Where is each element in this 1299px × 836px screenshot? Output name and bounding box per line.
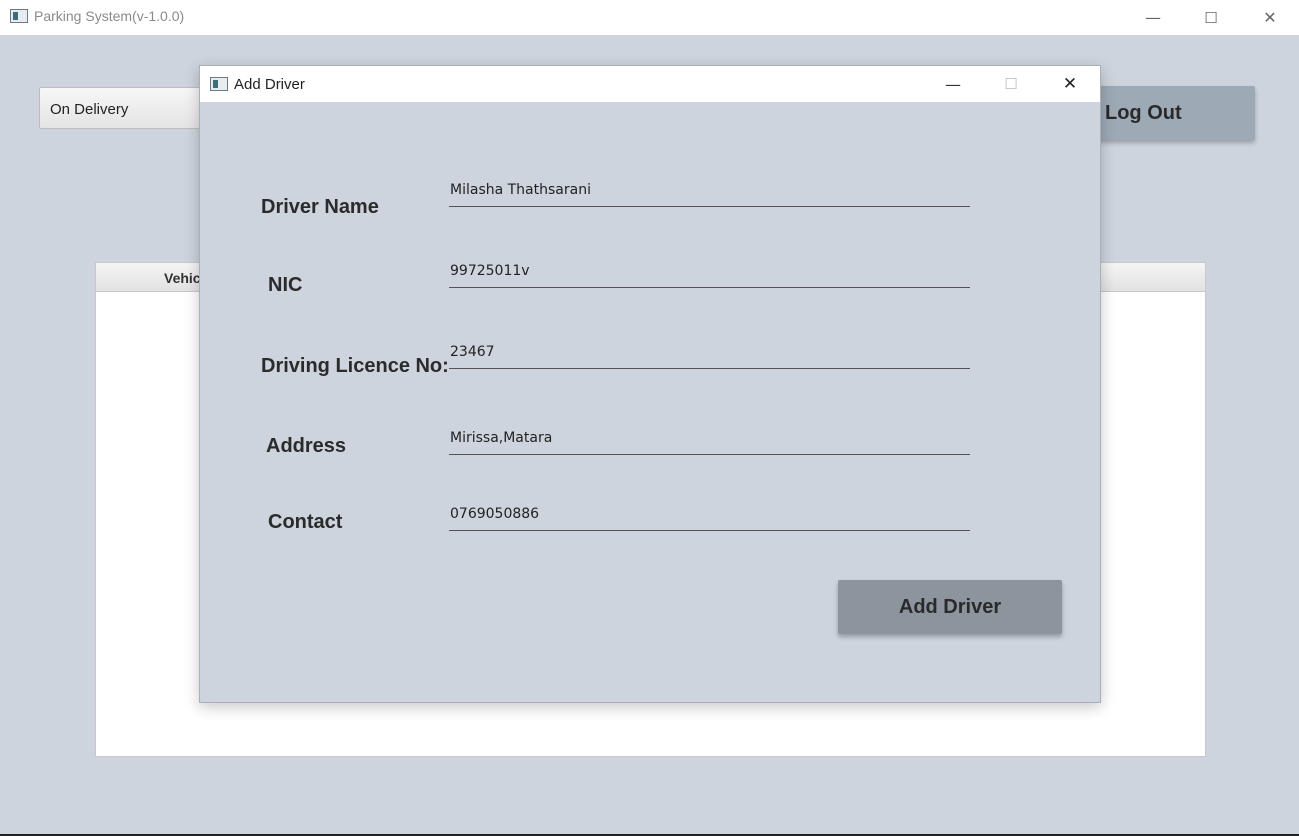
main-window-title: Parking System(v-1.0.0) [34, 8, 185, 24]
logout-button[interactable]: Log Out [1095, 86, 1255, 140]
status-combo[interactable]: On Delivery [39, 87, 209, 129]
minimize-icon[interactable]: — [1124, 0, 1182, 35]
nic-input[interactable]: 99725011v [449, 258, 970, 288]
dialog-title: Add Driver [234, 76, 305, 93]
main-titlebar: Parking System(v-1.0.0) — ☐ ✕ [0, 0, 1299, 35]
address-input[interactable]: Mirissa,Matara [449, 425, 970, 455]
add-driver-button-label: Add Driver [898, 596, 1002, 618]
app-window-icon [10, 9, 28, 23]
licence-input[interactable]: 23467 [449, 339, 970, 369]
close-icon[interactable]: ✕ [1241, 0, 1299, 35]
nic-label: NIC [268, 274, 303, 296]
dialog-titlebar: Add Driver — ☐ ✕ [200, 66, 1100, 102]
dialog-maximize-icon[interactable]: ☐ [982, 66, 1040, 102]
contact-input[interactable]: 0769050886 [449, 501, 970, 531]
maximize-icon[interactable]: ☐ [1182, 0, 1240, 35]
dialog-close-icon[interactable]: ✕ [1041, 66, 1099, 102]
licence-label: Driving Licence No: [261, 355, 449, 377]
status-combo-value: On Delivery [50, 101, 129, 118]
dialog-window-icon [210, 77, 228, 91]
table-column-header[interactable]: Vehic [164, 270, 201, 286]
driver-name-label: Driver Name [261, 196, 379, 218]
address-label: Address [266, 435, 347, 457]
dialog-minimize-icon[interactable]: — [924, 66, 982, 102]
contact-label: Contact [268, 511, 343, 533]
add-driver-button[interactable]: Add Driver [838, 580, 1062, 634]
driver-name-input[interactable]: Milasha Thathsarani [449, 177, 970, 207]
logout-label: Log Out [1105, 102, 1182, 124]
add-driver-dialog: Add Driver — ☐ ✕ Driver Name Milasha Tha… [199, 65, 1101, 703]
